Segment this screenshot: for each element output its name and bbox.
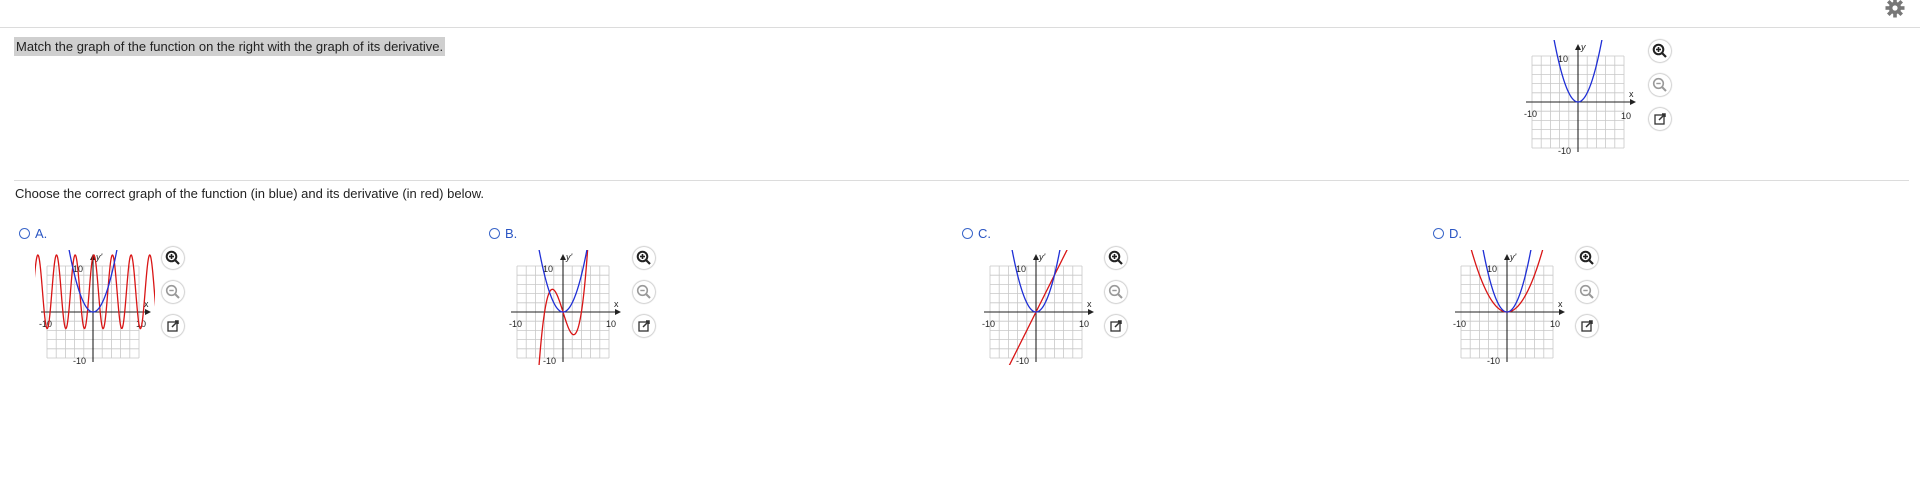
radio-button-a[interactable] xyxy=(19,228,30,239)
option-label-d: D. xyxy=(1449,226,1462,241)
graph-grid xyxy=(511,254,621,362)
option-b-popout-button[interactable] xyxy=(633,315,655,337)
option-c-zoom-out-button[interactable] xyxy=(1105,281,1127,303)
y-axis-label: y xyxy=(1580,42,1586,52)
option-b-zoom-in-button[interactable] xyxy=(633,247,655,269)
option-c[interactable]: C. xyxy=(962,226,991,241)
instruction-text: Choose the correct graph of the function… xyxy=(15,186,484,201)
x-axis-arrow xyxy=(1088,309,1094,315)
x-tick-max: 10 xyxy=(1550,319,1560,329)
option-b-zoom-out-button[interactable] xyxy=(633,281,655,303)
x-axis-label: x xyxy=(1087,299,1092,309)
option-b-graph: 10 -10 -10 10 y' x xyxy=(509,250,621,365)
y-axis-label: y' xyxy=(95,252,103,262)
x-tick-min: -10 xyxy=(982,319,995,329)
radio-button-c[interactable] xyxy=(962,228,973,239)
given-graph: 10 -10 -10 10 y x xyxy=(1524,40,1636,155)
option-label-c: C. xyxy=(978,226,991,241)
x-axis-arrow xyxy=(1630,99,1636,105)
graph-grid xyxy=(1455,254,1565,362)
option-c-graph: 10 -10 -10 10 y' x xyxy=(982,250,1094,365)
x-axis-label: x xyxy=(1558,299,1563,309)
option-d-graph: 10 -10 -10 10 y' x xyxy=(1453,250,1565,365)
y-tick-bottom: -10 xyxy=(73,356,86,365)
zoom-out-icon xyxy=(165,284,180,299)
y-axis-label: y' xyxy=(1509,252,1517,262)
x-tick-max: 10 xyxy=(1079,319,1089,329)
option-b[interactable]: B. xyxy=(489,226,517,241)
option-a-zoom-in-button[interactable] xyxy=(162,247,184,269)
zoom-out-icon xyxy=(636,284,651,299)
x-tick-max: 10 xyxy=(1621,111,1631,121)
radio-button-d[interactable] xyxy=(1433,228,1444,239)
y-tick-bottom: -10 xyxy=(1558,146,1571,155)
option-d-popout-button[interactable] xyxy=(1576,315,1598,337)
zoom-in-button[interactable] xyxy=(1649,40,1671,62)
x-axis-arrow xyxy=(1559,309,1565,315)
external-link-icon xyxy=(1654,113,1666,125)
option-d[interactable]: D. xyxy=(1433,226,1462,241)
zoom-out-icon xyxy=(1108,284,1123,299)
x-tick-max: 10 xyxy=(606,319,616,329)
option-a-zoom-out-button[interactable] xyxy=(162,281,184,303)
option-c-popout-button[interactable] xyxy=(1105,315,1127,337)
x-axis-label: x xyxy=(1629,89,1634,99)
x-tick-min: -10 xyxy=(509,319,522,329)
option-c-zoom-in-button[interactable] xyxy=(1105,247,1127,269)
y-axis-label: y' xyxy=(565,252,573,262)
question-text: Match the graph of the function on the r… xyxy=(14,37,446,56)
option-a[interactable]: A. xyxy=(19,226,47,241)
popout-button[interactable] xyxy=(1649,108,1671,130)
external-link-icon xyxy=(167,320,179,332)
external-link-icon xyxy=(1110,320,1122,332)
x-axis-arrow xyxy=(615,309,621,315)
x-axis-label: x xyxy=(614,299,619,309)
zoom-out-icon xyxy=(1579,284,1594,299)
external-link-icon xyxy=(1581,320,1593,332)
x-tick-min: -10 xyxy=(1524,109,1537,119)
y-tick-bottom: -10 xyxy=(1487,356,1500,365)
option-d-zoom-out-button[interactable] xyxy=(1576,281,1598,303)
zoom-in-icon xyxy=(1652,43,1667,58)
option-label-a: A. xyxy=(35,226,48,241)
y-axis-label: y' xyxy=(1038,252,1046,262)
zoom-in-icon xyxy=(165,250,180,265)
y-tick-bottom: -10 xyxy=(543,356,556,365)
option-a-popout-button[interactable] xyxy=(162,315,184,337)
x-axis-arrow xyxy=(145,309,151,315)
section-divider xyxy=(14,180,1909,181)
graph-grid xyxy=(984,254,1094,362)
option-d-zoom-in-button[interactable] xyxy=(1576,247,1598,269)
y-tick-bottom: -10 xyxy=(1016,356,1029,365)
option-a-graph: 10 -10 -10 10 y' x xyxy=(35,250,155,365)
zoom-out-icon xyxy=(1652,77,1667,92)
top-divider xyxy=(0,27,1920,28)
zoom-in-icon xyxy=(1108,250,1123,265)
option-label-b: B. xyxy=(505,226,518,241)
x-tick-min: -10 xyxy=(1453,319,1466,329)
radio-button-b[interactable] xyxy=(489,228,500,239)
gear-icon[interactable] xyxy=(1884,0,1906,20)
zoom-in-icon xyxy=(1579,250,1594,265)
zoom-in-icon xyxy=(636,250,651,265)
graph-grid xyxy=(1526,44,1636,152)
zoom-out-button[interactable] xyxy=(1649,74,1671,96)
external-link-icon xyxy=(638,320,650,332)
